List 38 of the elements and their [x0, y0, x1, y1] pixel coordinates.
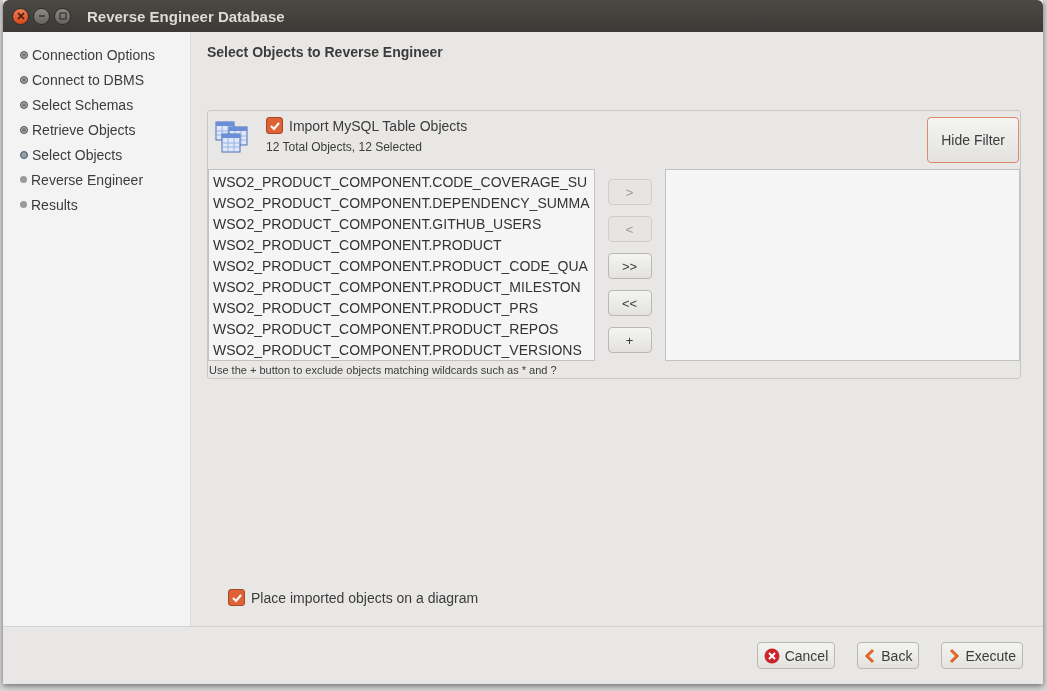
move-button[interactable]: << [607, 290, 652, 316]
cancel-button[interactable]: Cancel [756, 642, 836, 669]
chevron-right-icon [948, 647, 961, 664]
hide-filter-button[interactable]: Hide Filter [927, 117, 1019, 163]
close-icon[interactable] [12, 7, 29, 25]
chevron-left-icon [864, 647, 877, 664]
object-list-item[interactable]: WSO2_PRODUCT_COMPONENT.PRODUCT_REPOS [213, 319, 590, 340]
step-label: Connection Options [32, 46, 155, 63]
close-icon [763, 647, 780, 664]
step-label: Connect to DBMS [32, 71, 145, 88]
filter-hint: Use the + button to exclude objects matching wildcards such as * and ? [208, 363, 558, 376]
back-button[interactable]: Back [857, 642, 920, 669]
objects-summary: 12 Total Objects, 12 Selected [266, 140, 423, 154]
maximize-icon[interactable] [54, 7, 71, 25]
import-checkbox[interactable] [266, 117, 283, 134]
object-list-item[interactable]: WSO2_PRODUCT_COMPONENT.DEPENDENCY_SUMMA [213, 193, 590, 214]
object-list-item[interactable]: WSO2_PRODUCT_COMPONENT.CODE_COVERAGE_SU [213, 172, 590, 193]
step-label: Select Objects [32, 146, 123, 163]
move-button[interactable]: >> [607, 253, 652, 279]
object-list-item[interactable]: WSO2_PRODUCT_COMPONENT.PRODUCT_CODE_QUA [213, 256, 590, 277]
next-button[interactable]: Execute [941, 642, 1023, 669]
diagram-label: Place imported objects on a diagram [251, 589, 479, 606]
object-list-item[interactable]: WSO2_PRODUCT_COMPONENT.PRODUCT_VERSIONS [213, 340, 590, 361]
step-label: Reverse Engineer [31, 171, 144, 188]
object-list-item[interactable]: WSO2_PRODUCT_COMPONENT.PRODUCT_MILESTON [213, 277, 590, 298]
object-list-item[interactable]: WSO2_PRODUCT_COMPONENT.PRODUCT [213, 235, 590, 256]
object-list-item[interactable]: WSO2_PRODUCT_COMPONENT.PRODUCT_PRS [213, 298, 590, 319]
object-list-item[interactable]: WSO2_PRODUCT_COMPONENT.GITHUB_USERS [213, 214, 590, 235]
step-label: Select Schemas [32, 96, 134, 113]
window-title: Reverse Engineer Database [87, 7, 285, 25]
move-button[interactable]: + [607, 327, 652, 353]
step-label: Results [31, 196, 78, 213]
page-heading: Select Objects to Reverse Engineer [207, 44, 444, 60]
diagram-checkbox[interactable] [228, 589, 245, 606]
import-label: Import MySQL Table Objects [289, 117, 468, 134]
tables-icon [215, 121, 249, 155]
minimize-icon[interactable] [33, 7, 50, 25]
step-label: Retrieve Objects [32, 121, 136, 138]
